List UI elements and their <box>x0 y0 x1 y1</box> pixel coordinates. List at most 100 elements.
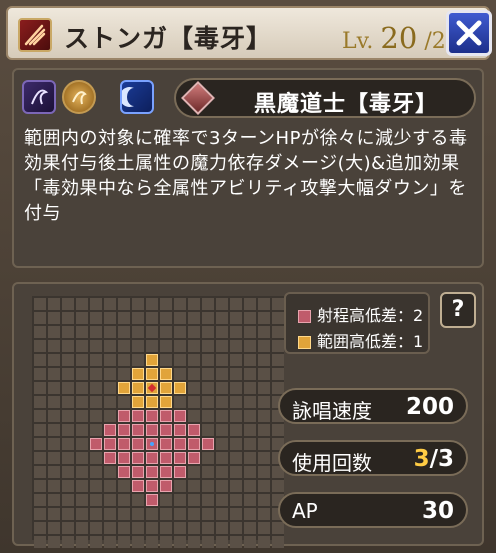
legend-area-value: 1 <box>413 332 424 351</box>
grid-cell <box>160 410 172 422</box>
legend-range-label: 射程高低差： <box>317 306 414 325</box>
grid-cell <box>202 466 214 478</box>
grid-cell <box>132 368 144 380</box>
grid-cell <box>48 368 60 380</box>
level-current: 20 <box>380 21 418 55</box>
grid-cell <box>216 424 228 436</box>
grid-cell <box>62 354 74 366</box>
grid-cell <box>34 438 46 450</box>
grid-cell <box>146 466 158 478</box>
grid-cell <box>230 368 242 380</box>
grid-cell <box>244 438 256 450</box>
ability-description: 範囲内の対象に確率で3ターンHPが徐々に減少する毒効果付与後土属性の魔力依存ダメ… <box>24 128 468 224</box>
grid-cell <box>48 326 60 338</box>
ability-detail-window: ストンガ【毒牙】 Lv. 20 /20 黒魔道士【毒牙】 範囲内の対象に確率で3… <box>0 0 496 553</box>
grid-cell <box>216 340 228 352</box>
grid-cell <box>258 508 270 520</box>
grid-cell <box>188 466 200 478</box>
grid-cell <box>230 410 242 422</box>
grid-cell <box>258 438 270 450</box>
grid-cell <box>216 410 228 422</box>
grid-cell <box>244 382 256 394</box>
grid-cell <box>188 396 200 408</box>
grid-cell <box>202 354 214 366</box>
grid-cell <box>132 382 144 394</box>
level-prefix: Lv. <box>342 29 374 54</box>
grid-cell <box>188 340 200 352</box>
ap-stat: AP 30 <box>278 492 468 528</box>
grid-cell <box>174 340 186 352</box>
grid-cell <box>76 340 88 352</box>
grid-cell <box>258 298 270 310</box>
grid-cell <box>188 382 200 394</box>
grid-cell <box>202 368 214 380</box>
grid-cell <box>160 354 172 366</box>
grid-cell <box>272 368 284 380</box>
grid-cell <box>132 480 144 492</box>
grid-cell <box>62 466 74 478</box>
grid-cell <box>160 382 172 394</box>
grid-cell <box>202 508 214 520</box>
grid-cell <box>216 368 228 380</box>
grid-cell <box>216 326 228 338</box>
grid-cell <box>104 312 116 324</box>
grid-cell <box>118 536 130 548</box>
close-button[interactable] <box>446 10 492 56</box>
help-button[interactable]: ? <box>440 292 476 328</box>
grid-cell <box>160 396 172 408</box>
grid-cell <box>132 340 144 352</box>
grid-cell <box>34 298 46 310</box>
grid-cell <box>230 522 242 534</box>
grid-cell <box>258 536 270 548</box>
grid-cell <box>244 522 256 534</box>
grid-cell <box>188 508 200 520</box>
grid-cell <box>34 382 46 394</box>
grid-cell <box>62 480 74 492</box>
grid-cell <box>62 424 74 436</box>
grid-cell <box>216 438 228 450</box>
grid-cell <box>34 494 46 506</box>
cast-speed-stat: 詠唱速度 200 <box>278 388 468 424</box>
grid-cell <box>118 410 130 422</box>
grid-cell <box>272 298 284 310</box>
grid-cell <box>230 438 242 450</box>
grid-cell <box>188 522 200 534</box>
grid-cell <box>146 522 158 534</box>
grid-cell <box>160 312 172 324</box>
ap-label: AP <box>292 499 318 523</box>
grid-cell <box>202 522 214 534</box>
grid-cell <box>48 424 60 436</box>
grid-cell <box>272 424 284 436</box>
grid-cell <box>244 480 256 492</box>
grid-cell <box>34 508 46 520</box>
grid-cell <box>62 508 74 520</box>
header-bar: ストンガ【毒牙】 Lv. 20 /20 <box>6 6 492 60</box>
grid-cell <box>146 438 158 450</box>
grid-cell <box>104 480 116 492</box>
grid-cell <box>188 438 200 450</box>
range-legend: 射程高低差：2 範囲高低差：1 <box>284 292 430 354</box>
grid-cell <box>118 424 130 436</box>
help-icon: ? <box>451 297 465 322</box>
grid-cell <box>76 312 88 324</box>
grid-cell <box>272 326 284 338</box>
grid-cell <box>34 354 46 366</box>
grid-cell <box>118 466 130 478</box>
grid-cell <box>48 396 60 408</box>
grid-cell <box>48 382 60 394</box>
grid-cell <box>48 494 60 506</box>
grid-cell <box>34 522 46 534</box>
job-badge: 黒魔道士【毒牙】 <box>174 78 476 118</box>
grid-cell <box>76 480 88 492</box>
grid-cell <box>104 536 116 548</box>
earth-element-icon <box>62 80 96 114</box>
uses-max: /3 <box>429 446 454 472</box>
grid-cell <box>104 326 116 338</box>
grid-cell <box>258 382 270 394</box>
claw-skill-icon <box>18 18 52 52</box>
grid-cell <box>230 536 242 548</box>
grid-cell <box>202 326 214 338</box>
grid-cell <box>188 326 200 338</box>
grid-cell <box>244 340 256 352</box>
grid-cell <box>160 508 172 520</box>
